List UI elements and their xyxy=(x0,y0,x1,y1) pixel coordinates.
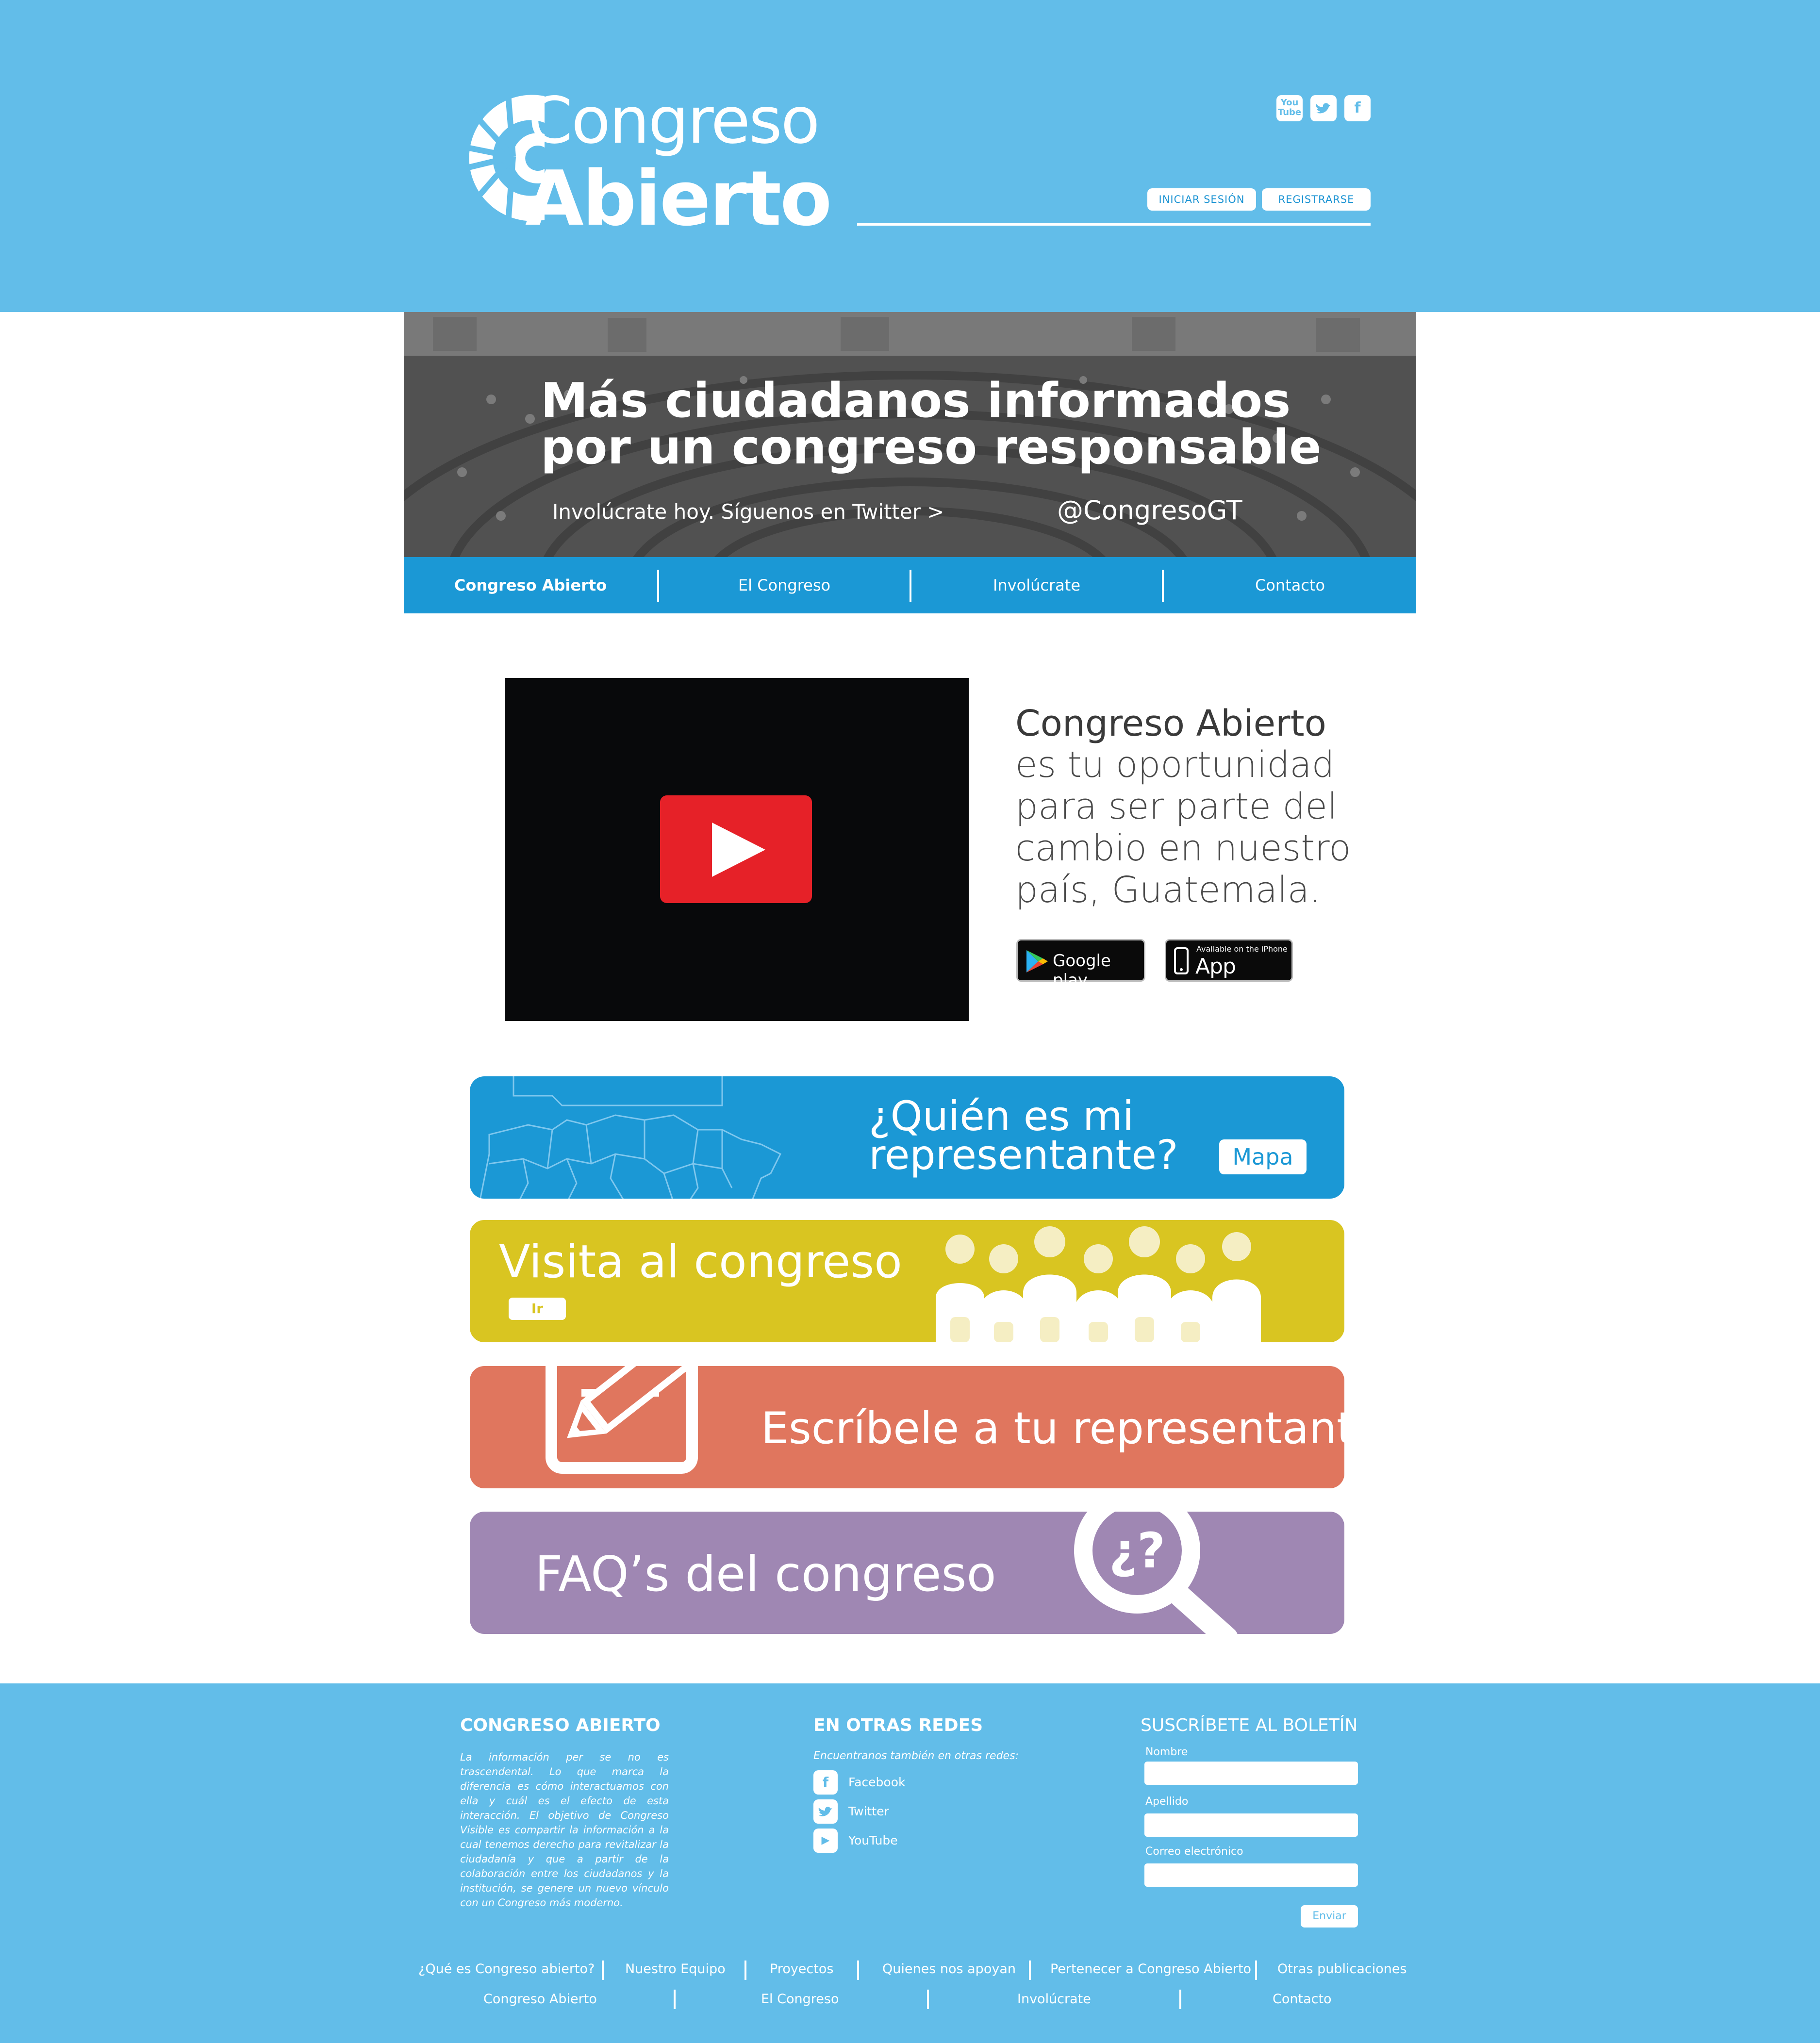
twitter-icon[interactable] xyxy=(1310,95,1337,121)
name-label: Nombre xyxy=(1145,1746,1188,1758)
hero-title: Más ciudadanos informados por un congres… xyxy=(541,373,1366,475)
footer-networks-title: EN OTRAS REDES xyxy=(813,1715,983,1735)
facebook-icon: f xyxy=(813,1770,838,1795)
footer-link-separator xyxy=(674,1990,676,2009)
footer-about-title: CONGRESO ABIERTO xyxy=(460,1715,661,1735)
intro-text: es tu oportunidad para ser parte del cam… xyxy=(1015,744,1355,911)
logo-text-congreso: Congreso xyxy=(528,83,820,158)
video-player[interactable] xyxy=(505,678,969,1021)
name-field[interactable] xyxy=(1144,1762,1358,1785)
hero-title-line2: por un congreso responsable xyxy=(541,420,1322,475)
footer-link[interactable]: Involúcrate xyxy=(1017,1992,1091,2007)
card-visit[interactable]: Visita al congreso Ir xyxy=(470,1220,1344,1342)
visit-go-button[interactable]: Ir xyxy=(509,1298,566,1320)
card-representative-title-line1: ¿Quién es mi xyxy=(869,1092,1134,1140)
footer-link[interactable]: ¿Qué es Congreso abierto? xyxy=(418,1961,595,1977)
card-representative-title-line2: representante? xyxy=(869,1131,1178,1179)
lastname-label: Apellido xyxy=(1145,1796,1189,1808)
footer-link-separator xyxy=(927,1990,929,2009)
card-faq-title: FAQ’s del congreso xyxy=(535,1546,996,1602)
footer-link[interactable]: Otras publicaciones xyxy=(1277,1961,1407,1977)
youtube-icon[interactable]: You Tube xyxy=(1276,95,1303,121)
google-play-label: Google play xyxy=(1053,951,1111,990)
play-icon xyxy=(712,823,765,877)
card-representative-title: ¿Quién es mi representante? xyxy=(869,1092,1178,1179)
login-button[interactable]: INICIAR SESIÓN xyxy=(1147,188,1256,211)
hero-twitter-link[interactable]: Involúcrate hoy. Síguenos en Twitter > xyxy=(552,500,944,524)
footer-link-separator xyxy=(1179,1990,1181,2009)
footer-link-separator xyxy=(857,1961,859,1980)
intro-line: cambio en nuestro xyxy=(1015,827,1351,869)
app-store-label: App Store xyxy=(1195,954,1250,1004)
google-play-icon xyxy=(1026,950,1048,972)
card-faq[interactable]: ¿? FAQ’s del congreso xyxy=(470,1512,1344,1634)
card-write[interactable]: Escríbele a tu representante xyxy=(470,1366,1344,1488)
intro-line: para ser parte del xyxy=(1015,786,1338,827)
iphone-icon xyxy=(1174,947,1189,974)
footer-newsletter-title: SUSCRÍBETE AL BOLETÍN xyxy=(1141,1715,1358,1735)
header-divider xyxy=(857,223,1371,226)
facebook-icon[interactable]: f xyxy=(1344,95,1371,121)
footer-link[interactable]: Proyectos xyxy=(770,1961,833,1977)
footer-link[interactable]: Nuestro Equipo xyxy=(625,1961,726,1977)
email-label: Correo electrónico xyxy=(1145,1845,1243,1858)
youtube-icon: ▶ xyxy=(813,1829,838,1853)
nav-item-congreso-abierto[interactable]: Congreso Abierto xyxy=(404,557,657,613)
site-header xyxy=(0,0,1820,312)
nav-item-contacto[interactable]: Contacto xyxy=(1164,557,1416,613)
footer-link[interactable]: Pertenecer a Congreso Abierto xyxy=(1050,1961,1251,1977)
nav-item-involucrate[interactable]: Involúcrate xyxy=(911,557,1162,613)
footer-link[interactable]: El Congreso xyxy=(761,1992,839,2007)
app-store-badge[interactable]: Available on the iPhone App Store xyxy=(1165,939,1293,1004)
card-visit-title: Visita al congreso xyxy=(499,1236,902,1288)
logo-text-abierto: Abierto xyxy=(525,154,832,243)
footer-networks-text: Encuentranos también en otras redes: xyxy=(813,1750,1019,1762)
footer-about-text: La información per se no es trascendenta… xyxy=(460,1751,669,1909)
send-button[interactable]: Enviar xyxy=(1301,1905,1358,1928)
site-footer xyxy=(0,1683,1820,2043)
hero-title-line1: Más ciudadanos informados xyxy=(541,373,1291,428)
main-nav: Congreso Abierto El Congreso Involúcrate… xyxy=(404,557,1416,613)
email-field[interactable] xyxy=(1144,1863,1358,1887)
map-button[interactable]: Mapa xyxy=(1219,1139,1307,1174)
footer-link-separator xyxy=(745,1961,746,1980)
footer-link[interactable]: Congreso Abierto xyxy=(483,1992,597,2007)
hero-banner: Más ciudadanos informados por un congres… xyxy=(404,312,1416,557)
footer-link-separator xyxy=(1255,1961,1257,1980)
play-button[interactable] xyxy=(660,795,812,903)
footer-link[interactable]: Quienes nos apoyan xyxy=(882,1961,1016,1977)
app-store-small-text: Available on the iPhone xyxy=(1196,944,1288,954)
footer-network-label: YouTube xyxy=(848,1833,898,1847)
footer-link-separator xyxy=(1029,1961,1031,1980)
hero-twitter-handle[interactable]: @CongresoGT xyxy=(1057,495,1242,526)
card-write-title: Escríbele a tu representante xyxy=(761,1403,1344,1454)
nav-item-el-congreso[interactable]: El Congreso xyxy=(659,557,910,613)
lastname-field[interactable] xyxy=(1144,1813,1358,1837)
intro-line: país, Guatemala. xyxy=(1015,869,1321,911)
intro-heading: Congreso Abierto xyxy=(1015,703,1326,744)
footer-link-separator xyxy=(602,1961,604,1980)
intro-line: es tu oportunidad xyxy=(1015,744,1335,786)
register-button[interactable]: REGISTRARSE xyxy=(1262,188,1371,211)
faq-question-mark: ¿? xyxy=(1109,1522,1165,1579)
twitter-icon xyxy=(813,1799,838,1824)
footer-link[interactable]: Contacto xyxy=(1273,1992,1332,2007)
google-play-badge[interactable]: Google play xyxy=(1016,939,1145,990)
card-representative[interactable]: ¿Quién es mi representante? Mapa xyxy=(470,1076,1344,1199)
footer-network-label: Facebook xyxy=(848,1775,906,1789)
footer-network-label: Twitter xyxy=(848,1804,889,1818)
